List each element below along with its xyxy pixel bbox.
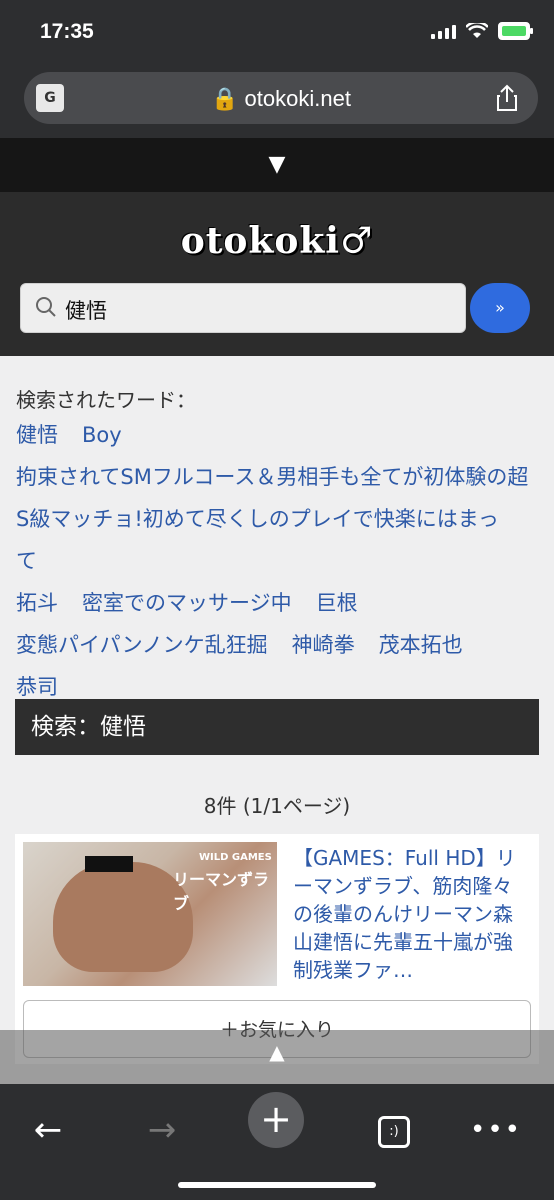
- word-link[interactable]: 茂本拓也: [379, 633, 463, 657]
- thumbnail-title: リーマンずラブ: [173, 870, 270, 913]
- tabs-icon: :): [378, 1115, 410, 1148]
- search-input[interactable]: 健悟: [20, 283, 466, 333]
- site-header: otokoki♂ 健悟 »: [0, 192, 554, 356]
- forward-button[interactable]: →: [132, 1100, 192, 1160]
- status-time: 17:35: [40, 20, 94, 43]
- tabs-button[interactable]: :): [364, 1100, 424, 1160]
- word-link[interactable]: 神崎拳: [292, 633, 355, 657]
- home-indicator: [178, 1182, 376, 1188]
- word-link[interactable]: 恭司: [16, 675, 58, 699]
- browser-address-bar: G 🔒 otokoki.net: [0, 64, 554, 138]
- word-link[interactable]: 拓斗: [16, 591, 58, 615]
- status-icons: [431, 22, 533, 40]
- site-logo[interactable]: otokoki♂: [0, 220, 554, 262]
- word-link[interactable]: 拘束されてSMフルコース＆男相手も全てが初体験の超S級マッチョ!初めて尽くしのプ…: [16, 465, 528, 573]
- word-link[interactable]: 巨根: [316, 591, 358, 615]
- result-title-link[interactable]: 【GAMES：Full HD】リーマンずラブ、筋肉隆々の後輩のんけリーマン森山建…: [293, 844, 529, 984]
- more-menu-button[interactable]: •••: [466, 1100, 526, 1160]
- section-title: 検索：健悟: [15, 699, 539, 755]
- share-icon[interactable]: [496, 84, 518, 112]
- scroll-top-icon[interactable]: ▲: [0, 1040, 554, 1064]
- back-button[interactable]: ←: [18, 1100, 78, 1160]
- new-tab-button[interactable]: +: [248, 1092, 304, 1148]
- search-value: 健悟: [65, 299, 107, 323]
- word-link[interactable]: 健悟: [16, 423, 58, 447]
- battery-icon: [498, 22, 533, 40]
- searched-words-title: 検索されたワード：: [16, 388, 196, 412]
- word-link[interactable]: Boy: [82, 423, 122, 447]
- thumbnail-label: WILD GAMES: [199, 852, 272, 863]
- search-icon: [36, 297, 56, 317]
- menu-toggle[interactable]: ▼: [0, 138, 554, 192]
- search-button[interactable]: »: [470, 283, 530, 333]
- address-field[interactable]: G 🔒 otokoki.net: [24, 72, 538, 124]
- thumbnail-figure: [53, 862, 193, 972]
- censor-bar: [85, 856, 133, 872]
- result-count: 8件 (1/1ページ): [203, 794, 351, 818]
- word-link[interactable]: 密室でのマッサージ中: [82, 591, 292, 615]
- main-content: 検索されたワード： 健悟 Boy 拘束されてSMフルコース＆男相手も全てが初体験の…: [0, 356, 554, 1084]
- url-text[interactable]: 🔒 otokoki.net: [24, 86, 538, 112]
- video-thumbnail[interactable]: WILD GAMES リーマンずラブ: [23, 842, 277, 986]
- signal-icon: [431, 23, 456, 39]
- word-link[interactable]: 変態パイパンノンケ乱狂掘: [16, 633, 268, 657]
- status-bar: 17:35: [0, 0, 554, 64]
- wifi-icon: [466, 23, 488, 38]
- caret-down-icon: ▼: [268, 152, 286, 177]
- searched-words-list: 健悟 Boy 拘束されてSMフルコース＆男相手も全てが初体験の超S級マッチョ!初め…: [16, 414, 536, 708]
